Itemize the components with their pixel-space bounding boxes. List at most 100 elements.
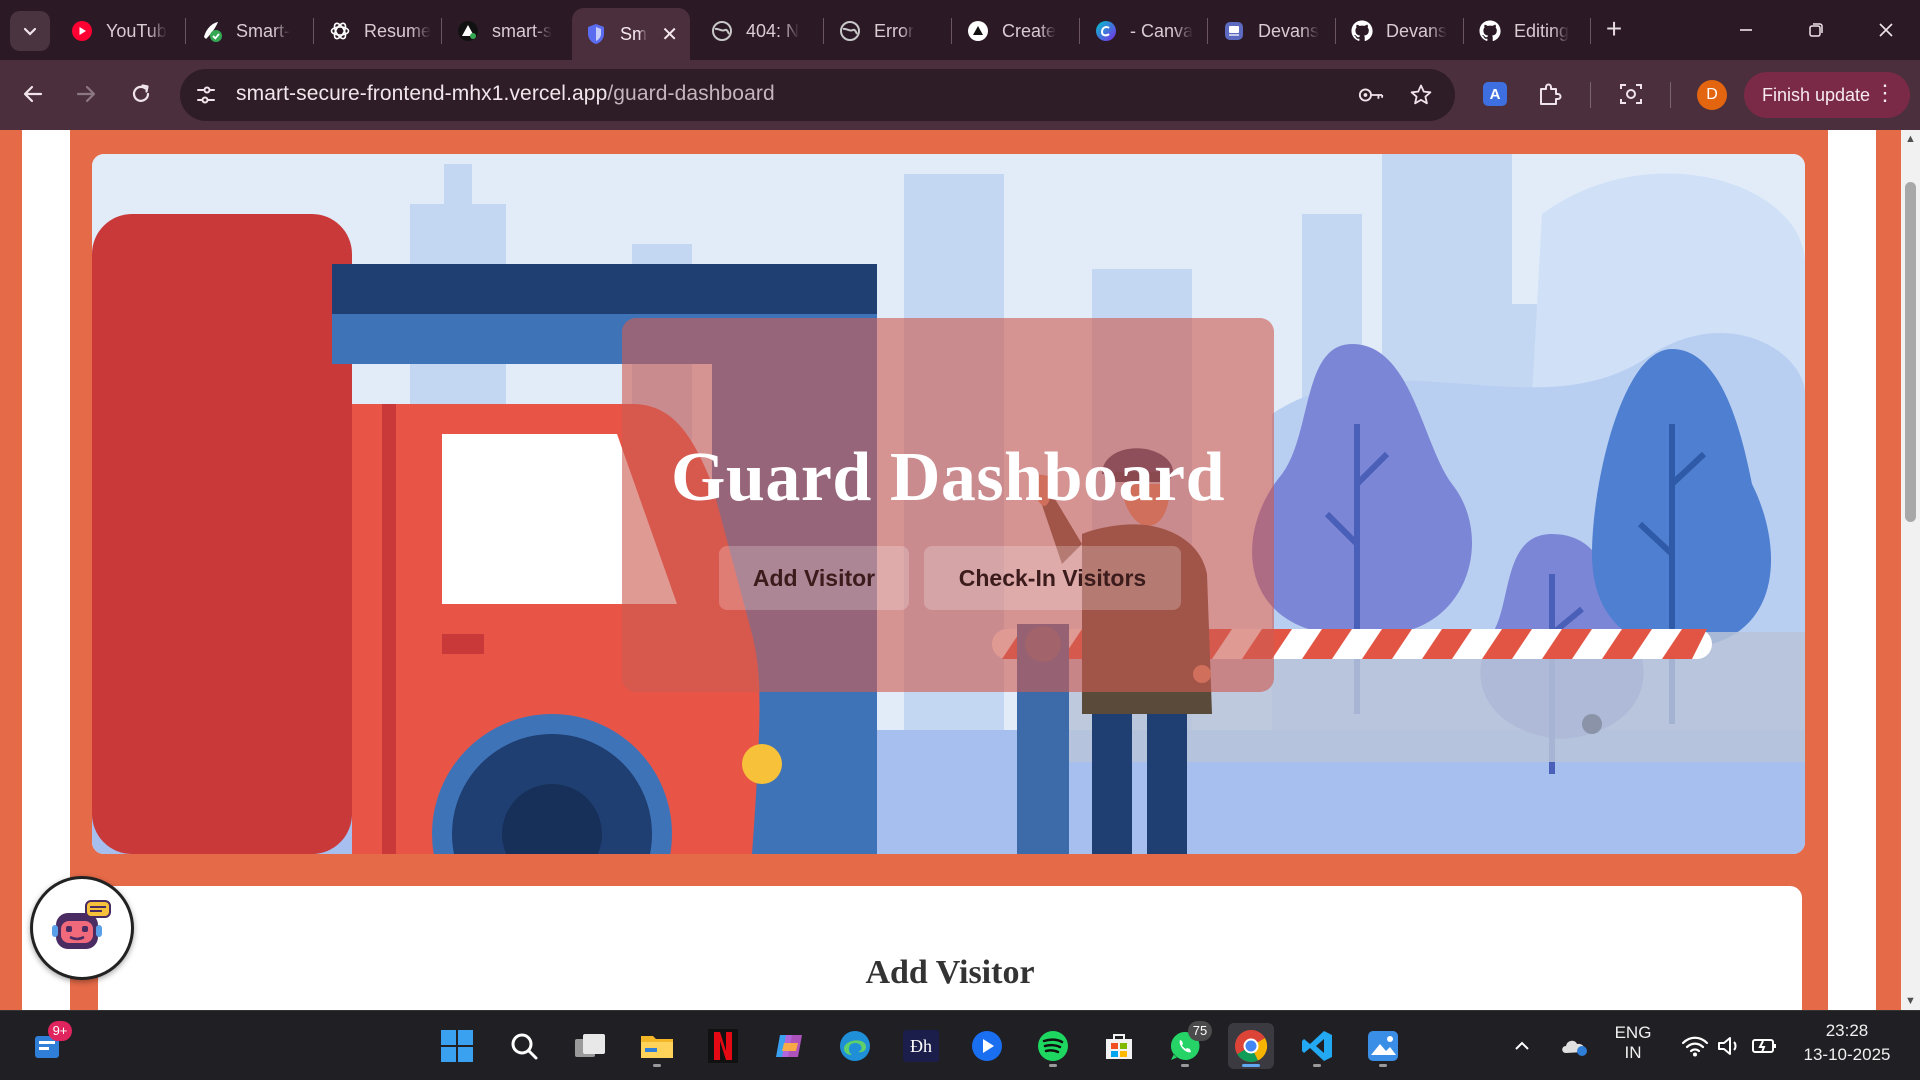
tab-devans-1[interactable]: Devans	[1210, 8, 1332, 54]
photos-button[interactable]	[1360, 1023, 1406, 1069]
triangle-icon	[456, 19, 480, 43]
minimize-button[interactable]	[1716, 8, 1776, 52]
tab-devans-2[interactable]: Devans	[1338, 8, 1460, 54]
unread-badge: 75	[1188, 1021, 1212, 1041]
profile-avatar[interactable]: D	[1697, 80, 1727, 110]
store-icon	[1106, 1034, 1132, 1059]
password-key-icon[interactable]	[1358, 82, 1384, 108]
tab-youtube[interactable]: YouTub	[58, 8, 180, 54]
translate-extension-icon[interactable]: A	[1480, 79, 1510, 109]
show-hidden-icons-button[interactable]	[1502, 1023, 1542, 1069]
openai-icon	[328, 19, 352, 43]
toolbar-separator	[1590, 82, 1591, 108]
task-view-button[interactable]	[567, 1023, 613, 1069]
tab-resume[interactable]: Resume	[316, 8, 438, 54]
page-title: Guard Dashboard	[670, 439, 1226, 516]
cloud-icon	[1562, 1040, 1587, 1056]
close-icon	[1879, 23, 1893, 37]
vscode-icon	[1302, 1031, 1332, 1061]
svg-text:Ɖh: Ɖh	[910, 1036, 932, 1056]
reload-button[interactable]	[121, 74, 161, 114]
clock-date: 13-10-2025	[1803, 1045, 1891, 1064]
more-vertical-icon: ⋮	[1874, 80, 1896, 105]
copilot-button[interactable]	[766, 1023, 812, 1069]
start-button[interactable]	[434, 1023, 480, 1069]
github-icon	[1478, 19, 1502, 43]
running-indicator	[1313, 1064, 1321, 1067]
search-button[interactable]	[501, 1023, 547, 1069]
photos-icon	[1368, 1031, 1398, 1061]
clock[interactable]: 23:28 13-10-2025	[1790, 1021, 1904, 1065]
folder-icon	[641, 1036, 673, 1058]
language-indicator[interactable]: ENG IN	[1612, 1023, 1654, 1063]
notification-badge: 9+	[48, 1021, 72, 1041]
close-tab-icon[interactable]: ✕	[661, 22, 678, 47]
spotify-button[interactable]	[1030, 1023, 1076, 1069]
volume-icon	[1718, 1037, 1737, 1055]
restore-icon	[1809, 23, 1823, 37]
tab-strip: YouTub Smart- Resume smart-s Sm ✕ 404: N…	[0, 0, 1920, 60]
close-window-button[interactable]	[1856, 8, 1916, 52]
triangle-icon	[966, 19, 990, 43]
tab-create[interactable]: Create	[954, 8, 1076, 54]
edge-button[interactable]	[832, 1023, 878, 1069]
tab-active[interactable]: Sm ✕	[572, 8, 690, 60]
tab-separator	[1079, 18, 1080, 44]
minimize-icon	[1740, 29, 1752, 31]
dh-app-button[interactable]: Ɖh	[898, 1023, 944, 1069]
tab-editing[interactable]: Editing	[1466, 8, 1588, 54]
tab-separator	[185, 18, 186, 44]
github-icon	[1350, 19, 1374, 43]
store-button[interactable]	[1096, 1023, 1142, 1069]
robot-chat-icon	[52, 900, 111, 949]
bookmark-star-icon[interactable]	[1408, 82, 1434, 108]
media-player-button[interactable]	[964, 1023, 1010, 1069]
tab-canva[interactable]: - Canva	[1082, 8, 1204, 54]
back-button[interactable]	[13, 74, 53, 114]
extensions-puzzle-icon[interactable]	[1535, 79, 1565, 109]
quick-settings-button[interactable]	[1670, 1023, 1790, 1069]
netflix-icon	[708, 1029, 738, 1063]
scroll-down-icon[interactable]: ▼	[1904, 996, 1917, 1007]
windows-logo-icon	[441, 1030, 473, 1062]
vscode-button[interactable]	[1294, 1023, 1340, 1069]
tab-separator	[823, 18, 824, 44]
screenshot-lens-icon[interactable]	[1616, 79, 1646, 109]
file-explorer-button[interactable]	[634, 1023, 680, 1069]
forward-button[interactable]	[66, 74, 106, 114]
scrollbar-thumb[interactable]	[1905, 182, 1916, 522]
smart-check-icon	[200, 19, 224, 43]
tab-search-button[interactable]	[10, 11, 50, 51]
finish-update-button[interactable]: Finish update ⋮	[1744, 72, 1910, 118]
address-bar[interactable]: smart-secure-frontend-mhx1.vercel.app/gu…	[180, 69, 1455, 121]
wifi-icon	[1681, 1036, 1709, 1057]
page-scrollbar[interactable]: ▲ ▼	[1901, 130, 1920, 1010]
shield-icon	[584, 22, 608, 46]
netflix-button[interactable]	[700, 1023, 746, 1069]
chevron-down-icon	[23, 27, 37, 36]
restore-button[interactable]	[1786, 8, 1846, 52]
globe-icon	[710, 19, 734, 43]
scroll-up-icon[interactable]: ▲	[1904, 134, 1917, 145]
new-tab-button[interactable]: +	[1598, 14, 1630, 46]
tab-404[interactable]: 404: N	[698, 8, 820, 54]
check-in-visitors-button[interactable]: Check-In Visitors	[924, 546, 1181, 610]
reload-icon	[132, 84, 150, 102]
globe-icon	[838, 19, 862, 43]
add-visitor-button[interactable]: Add Visitor	[719, 546, 909, 610]
whatsapp-button[interactable]: 75	[1162, 1021, 1212, 1069]
edge-icon	[840, 1031, 870, 1061]
tab-separator	[1207, 18, 1208, 44]
widgets-button[interactable]: 9+	[24, 1021, 72, 1069]
arrow-left-icon	[23, 85, 43, 103]
tab-smart[interactable]: Smart-	[188, 8, 310, 54]
url-text[interactable]: smart-secure-frontend-mhx1.vercel.app/gu…	[236, 82, 775, 106]
add-visitor-section: Add Visitor	[96, 884, 1804, 1010]
tab-smart-s[interactable]: smart-s	[444, 8, 566, 54]
tab-separator	[441, 18, 442, 44]
chrome-button[interactable]	[1228, 1023, 1274, 1069]
site-info-icon[interactable]	[194, 83, 218, 107]
chatbot-button[interactable]	[30, 876, 134, 980]
onedrive-button[interactable]	[1553, 1023, 1595, 1069]
tab-error[interactable]: Error	[826, 8, 948, 54]
